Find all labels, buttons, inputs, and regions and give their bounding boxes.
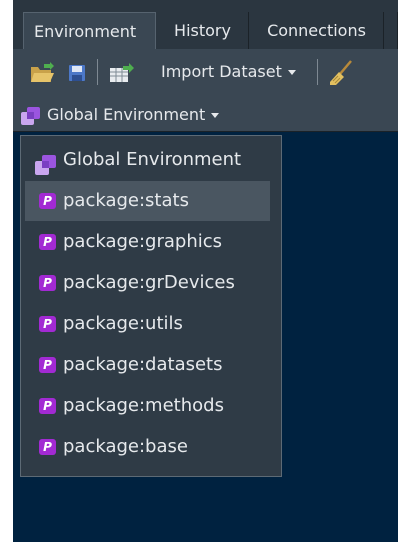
menu-item-label: package:utils: [63, 313, 183, 334]
package-icon: P: [39, 439, 56, 455]
pane-tab-bar: Environment History Connections: [13, 0, 398, 49]
tab-overflow[interactable]: [385, 12, 398, 49]
environment-pane: Environment History Connections Import D…: [13, 0, 398, 542]
menu-item-package[interactable]: P package:stats: [25, 181, 270, 221]
menu-item-label: package:datasets: [63, 354, 223, 375]
menu-item-label: package:base: [63, 436, 188, 457]
package-icon: P: [39, 275, 56, 291]
environment-selector-bar: Global Environment: [13, 99, 398, 132]
save-icon[interactable]: [68, 64, 86, 86]
menu-item-label: package:graphics: [63, 231, 223, 252]
package-icon: P: [39, 316, 56, 332]
tab-environment[interactable]: Environment: [23, 12, 156, 49]
menu-item-package[interactable]: P package:utils: [25, 304, 270, 344]
menu-item-label: package:stats: [63, 190, 189, 211]
menu-item-package[interactable]: P package:methods: [25, 386, 270, 426]
import-dataset-label: Import Dataset: [161, 62, 282, 81]
menu-item-package[interactable]: P package:base: [25, 427, 270, 467]
global-environment-icon: [21, 106, 41, 134]
package-icon: P: [39, 398, 56, 414]
package-icon: P: [39, 193, 56, 209]
tab-history[interactable]: History: [157, 12, 249, 49]
import-dataset-button[interactable]: Import Dataset: [161, 61, 296, 83]
open-folder-icon[interactable]: [29, 62, 55, 88]
environment-selector-label: Global Environment: [47, 105, 206, 124]
menu-item-label: package:methods: [63, 395, 224, 416]
toolbar-separator: [97, 59, 98, 85]
import-dataset-icon[interactable]: [109, 62, 135, 88]
chevron-down-icon: [211, 113, 220, 118]
menu-item-package[interactable]: P package:graphics: [25, 222, 270, 262]
environment-dropdown-menu: Global Environment P package:stats P pac…: [20, 135, 282, 477]
menu-item-global-environment[interactable]: Global Environment: [25, 140, 270, 180]
menu-item-package[interactable]: P package:datasets: [25, 345, 270, 385]
package-icon: P: [39, 234, 56, 250]
chevron-down-icon: [287, 70, 296, 75]
environment-toolbar: Import Dataset: [13, 49, 398, 100]
tab-connections[interactable]: Connections: [250, 12, 384, 49]
broom-icon[interactable]: [329, 60, 353, 90]
menu-item-label: package:grDevices: [63, 272, 235, 293]
package-icon: P: [39, 357, 56, 373]
toolbar-separator: [317, 59, 318, 85]
menu-item-label: Global Environment: [63, 149, 242, 170]
environment-selector[interactable]: Global Environment: [17, 101, 220, 129]
menu-item-package[interactable]: P package:grDevices: [25, 263, 270, 303]
